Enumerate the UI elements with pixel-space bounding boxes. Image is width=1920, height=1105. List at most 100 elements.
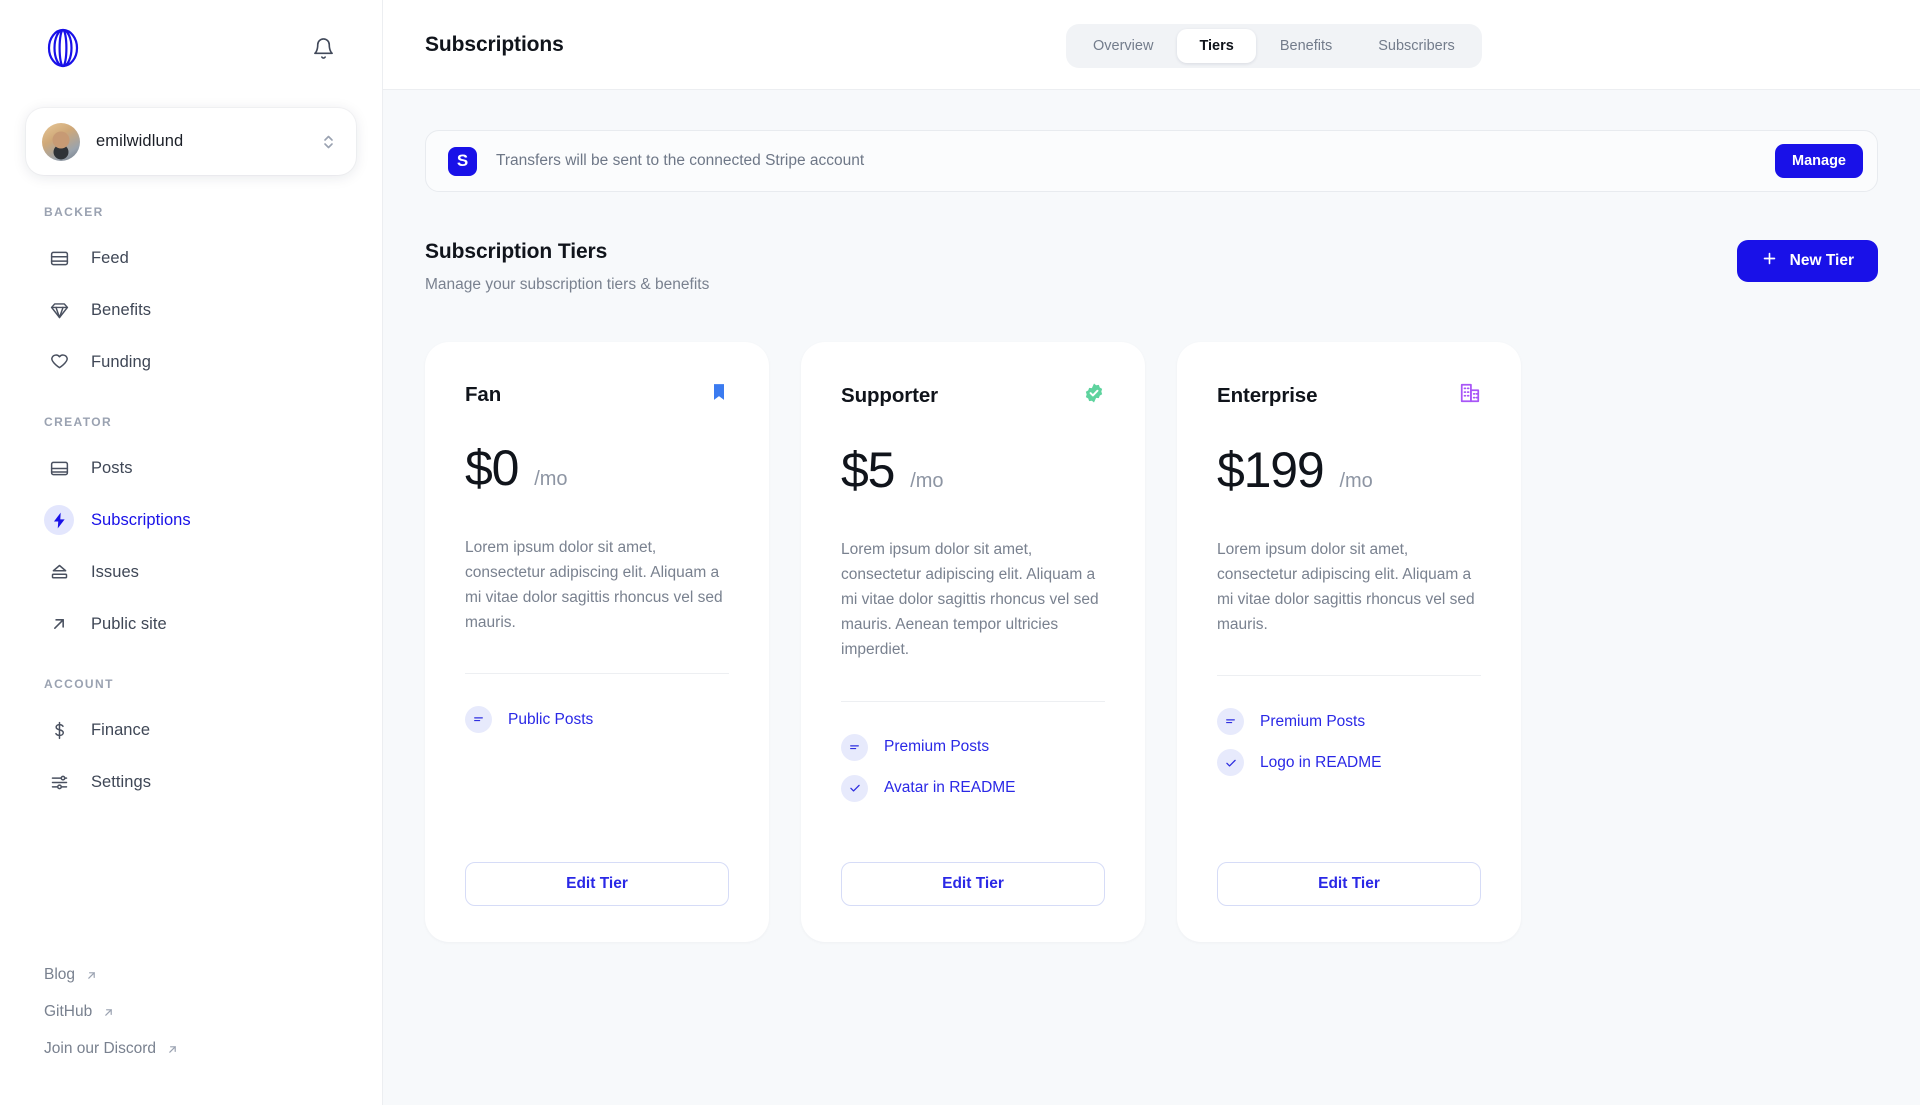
stripe-banner-message: Transfers will be sent to the connected … xyxy=(496,152,865,169)
tier-card-supporter: Supporter $5 /mo Lorem ipsum dolor sit a… xyxy=(801,342,1145,942)
tier-name: Fan xyxy=(465,382,502,406)
sidebar-item-feed[interactable]: Feed xyxy=(26,237,356,279)
stripe-connection-banner: S Transfers will be sent to the connecte… xyxy=(425,130,1878,192)
sidebar-item-label: Finance xyxy=(91,720,151,739)
tier-price-amount: $199 xyxy=(1217,442,1325,498)
footer-link-discord[interactable]: Join our Discord xyxy=(44,1040,179,1058)
tab-benefits[interactable]: Benefits xyxy=(1258,29,1354,63)
sidebar-item-label: Settings xyxy=(91,772,152,791)
edit-tier-button[interactable]: Edit Tier xyxy=(841,862,1105,906)
new-tier-button[interactable]: New Tier xyxy=(1736,240,1878,282)
top-bar: Subscriptions Overview Tiers Benefits Su… xyxy=(383,0,1920,90)
external-link-icon xyxy=(85,969,98,982)
external-link-icon xyxy=(166,1043,179,1056)
issues-icon xyxy=(44,557,74,587)
profile-username: emilwidlund xyxy=(96,132,184,150)
tier-card-fan: Fan $0 /mo Lorem ipsum dolor sit amet, c… xyxy=(425,342,769,942)
sidebar-item-label: Public site xyxy=(91,614,167,633)
section-header-text: Subscription Tiers Manage your subscript… xyxy=(425,240,709,294)
sidebar-item-funding[interactable]: Funding xyxy=(26,341,356,383)
footer-link-label: Join our Discord xyxy=(44,1040,156,1057)
building-icon xyxy=(1459,382,1481,409)
benefit-item[interactable]: Premium Posts xyxy=(1217,708,1481,736)
tier-description: Lorem ipsum dolor sit amet, consectetur … xyxy=(465,539,723,632)
sidebar-item-label: Issues xyxy=(91,562,139,581)
sidebar-item-label: Funding xyxy=(91,352,151,371)
tier-price: $0 /mo xyxy=(465,443,729,493)
tier-card-list: Fan $0 /mo Lorem ipsum dolor sit amet, c… xyxy=(425,342,1878,942)
new-tier-label: New Tier xyxy=(1789,252,1854,269)
benefit-item[interactable]: Avatar in README xyxy=(841,774,1105,802)
sidebar-item-public-site[interactable]: Public site xyxy=(26,603,356,645)
benefit-label: Avatar in README xyxy=(884,779,1016,797)
footer-link-label: Blog xyxy=(44,966,76,983)
benefit-item[interactable]: Premium Posts xyxy=(841,733,1105,761)
manage-button[interactable]: Manage xyxy=(1775,144,1863,178)
divider xyxy=(465,673,729,675)
tier-description: Lorem ipsum dolor sit amet, consectetur … xyxy=(841,541,1099,659)
sidebar-item-label: Benefits xyxy=(91,300,152,319)
tab-subscribers[interactable]: Subscribers xyxy=(1356,29,1477,63)
footer-link-blog[interactable]: Blog xyxy=(44,966,98,984)
sidebar-item-posts[interactable]: Posts xyxy=(26,447,356,489)
sidebar-item-label: Feed xyxy=(91,248,129,267)
sidebar-item-settings[interactable]: Settings xyxy=(26,761,356,803)
tab-overview[interactable]: Overview xyxy=(1071,29,1175,63)
sidebar-item-label: Subscriptions xyxy=(91,510,191,529)
sidebar-group-creator: Creator Posts Subscriptio xyxy=(0,415,382,645)
section-header: Subscription Tiers Manage your subscript… xyxy=(425,240,1878,294)
sidebar-group-backer: Backer Feed Benefits xyxy=(0,205,382,383)
page-title: Subscriptions xyxy=(425,32,564,56)
sidebar-group-label: Account xyxy=(44,677,114,691)
tier-benefits-list: Public Posts xyxy=(465,706,729,832)
tab-bar: Overview Tiers Benefits Subscribers xyxy=(1066,24,1482,68)
tier-name: Supporter xyxy=(841,383,939,407)
sidebar-item-issues[interactable]: Issues xyxy=(26,551,356,593)
tier-price-amount: $0 xyxy=(465,440,519,496)
dollar-icon xyxy=(44,715,74,745)
sidebar-group-label: Backer xyxy=(44,205,104,219)
articles-icon xyxy=(465,706,492,734)
sidebar-top-bar xyxy=(0,0,382,96)
tier-benefits-list: Premium Posts Logo in README xyxy=(1217,708,1481,832)
tier-price-period: /mo xyxy=(534,468,568,490)
divider xyxy=(1217,675,1481,677)
profile-switcher[interactable]: emilwidlund xyxy=(26,108,356,175)
sidebar-group-label: Creator xyxy=(44,415,113,429)
bookmark-icon xyxy=(709,382,729,407)
main-area: Subscriptions Overview Tiers Benefits Su… xyxy=(383,0,1920,1105)
benefit-label: Premium Posts xyxy=(884,738,990,756)
sidebar-navigation: Backer Feed Benefits xyxy=(0,175,382,966)
sidebar-item-label: Posts xyxy=(91,458,133,477)
benefit-item[interactable]: Logo in README xyxy=(1217,749,1481,777)
feed-icon xyxy=(44,243,74,273)
benefit-item[interactable]: Public Posts xyxy=(465,706,729,734)
external-link-icon xyxy=(102,1006,115,1019)
sidebar-item-benefits[interactable]: Benefits xyxy=(26,289,356,331)
external-link-icon xyxy=(44,609,74,639)
tab-tiers[interactable]: Tiers xyxy=(1177,29,1256,63)
divider xyxy=(841,700,1105,702)
bell-icon[interactable] xyxy=(306,31,340,65)
benefit-label: Public Posts xyxy=(508,710,594,728)
tier-card-enterprise: Enterprise $199 /mo Lorem ipsum dolor si… xyxy=(1177,342,1521,942)
heart-icon xyxy=(44,347,74,377)
posts-icon xyxy=(44,453,74,483)
benefit-label: Premium Posts xyxy=(1260,712,1366,730)
sidebar-item-finance[interactable]: Finance xyxy=(26,709,356,751)
tier-price: $199 /mo xyxy=(1217,445,1481,495)
tier-price-period: /mo xyxy=(910,470,944,492)
tier-benefits-list: Premium Posts Avatar in README xyxy=(841,733,1105,832)
tier-price: $5 /mo xyxy=(841,445,1105,495)
edit-tier-button[interactable]: Edit Tier xyxy=(465,862,729,906)
verified-badge-icon xyxy=(1083,382,1105,409)
polar-logo-icon[interactable] xyxy=(42,27,84,69)
edit-tier-button[interactable]: Edit Tier xyxy=(1217,862,1481,906)
tier-name: Enterprise xyxy=(1217,383,1318,407)
tier-price-amount: $5 xyxy=(841,442,895,498)
sliders-icon xyxy=(44,767,74,797)
footer-link-github[interactable]: GitHub xyxy=(44,1003,115,1021)
sidebar-group-account: Account Finance xyxy=(0,677,382,803)
sidebar-item-subscriptions[interactable]: Subscriptions xyxy=(26,499,356,541)
sidebar: emilwidlund Backer Feed xyxy=(0,0,383,1105)
